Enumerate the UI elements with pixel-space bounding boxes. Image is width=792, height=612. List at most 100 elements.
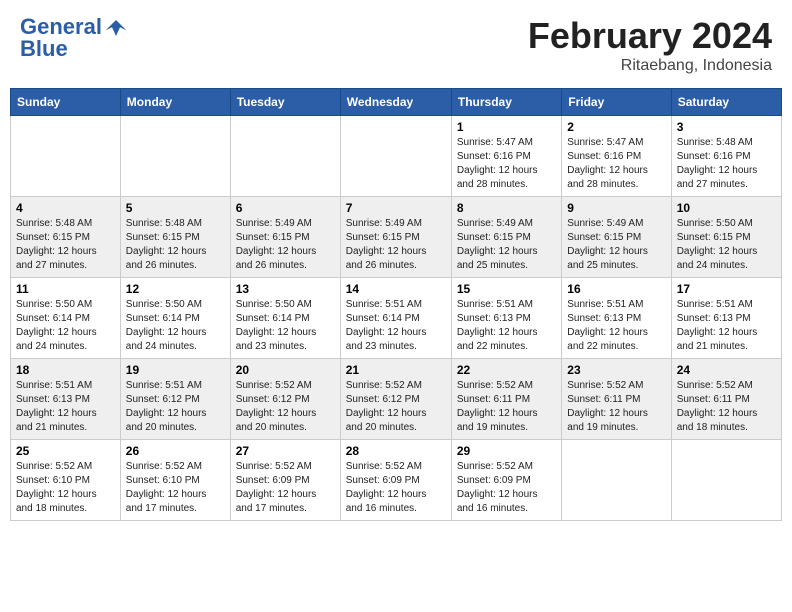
location: Ritaebang, Indonesia [528, 57, 772, 75]
day-number: 17 [677, 282, 776, 296]
day-number: 6 [236, 201, 335, 215]
day-number: 13 [236, 282, 335, 296]
day-number: 15 [457, 282, 556, 296]
calendar-cell: 18 Sunrise: 5:51 AM Sunset: 6:13 PM Dayli… [11, 359, 121, 440]
logo-bird-icon [104, 16, 128, 40]
weekday-header-row: SundayMondayTuesdayWednesdayThursdayFrid… [11, 89, 782, 116]
calendar-cell: 8 Sunrise: 5:49 AM Sunset: 6:15 PM Daylig… [451, 197, 561, 278]
day-info: Sunrise: 5:52 AM Sunset: 6:11 PM Dayligh… [567, 379, 665, 435]
calendar-cell [671, 440, 781, 521]
day-number: 27 [236, 444, 335, 458]
calendar-cell: 24 Sunrise: 5:52 AM Sunset: 6:11 PM Dayli… [671, 359, 781, 440]
weekday-header-friday: Friday [562, 89, 671, 116]
weekday-header-thursday: Thursday [451, 89, 561, 116]
week-row-2: 4 Sunrise: 5:48 AM Sunset: 6:15 PM Daylig… [11, 197, 782, 278]
month-title: February 2024 [528, 15, 772, 57]
week-row-1: 1 Sunrise: 5:47 AM Sunset: 6:16 PM Daylig… [11, 116, 782, 197]
day-info: Sunrise: 5:48 AM Sunset: 6:15 PM Dayligh… [16, 217, 115, 273]
day-info: Sunrise: 5:51 AM Sunset: 6:13 PM Dayligh… [677, 298, 776, 354]
calendar-cell [11, 116, 121, 197]
calendar-body: 1 Sunrise: 5:47 AM Sunset: 6:16 PM Daylig… [11, 116, 782, 521]
calendar-cell: 14Sunrise: 5:51 AM Sunset: 6:14 PM Dayli… [340, 278, 451, 359]
day-number: 4 [16, 201, 115, 215]
day-info: Sunrise: 5:52 AM Sunset: 6:12 PM Dayligh… [236, 379, 335, 435]
day-info: Sunrise: 5:52 AM Sunset: 6:11 PM Dayligh… [677, 379, 776, 435]
weekday-header-wednesday: Wednesday [340, 89, 451, 116]
day-number: 19 [126, 363, 225, 377]
calendar-cell: 6 Sunrise: 5:49 AM Sunset: 6:15 PM Daylig… [230, 197, 340, 278]
calendar-cell: 12 Sunrise: 5:50 AM Sunset: 6:14 PM Dayli… [120, 278, 230, 359]
day-number: 9 [567, 201, 665, 215]
day-number: 2 [567, 120, 665, 134]
calendar-cell: 19 Sunrise: 5:51 AM Sunset: 6:12 PM Dayli… [120, 359, 230, 440]
day-info: Sunrise: 5:51 AM Sunset: 6:12 PM Dayligh… [126, 379, 225, 435]
day-info: Sunrise: 5:52 AM Sunset: 6:09 PM Dayligh… [346, 460, 446, 516]
day-info: Sunrise: 5:50 AM Sunset: 6:14 PM Dayligh… [236, 298, 335, 354]
calendar-cell: 15 Sunrise: 5:51 AM Sunset: 6:13 PM Dayli… [451, 278, 561, 359]
day-number: 5 [126, 201, 225, 215]
calendar-cell: 22 Sunrise: 5:52 AM Sunset: 6:11 PM Dayli… [451, 359, 561, 440]
calendar-table: SundayMondayTuesdayWednesdayThursdayFrid… [10, 88, 782, 521]
calendar-cell: 2 Sunrise: 5:47 AM Sunset: 6:16 PM Daylig… [562, 116, 671, 197]
day-info: Sunrise: 5:48 AM Sunset: 6:15 PM Dayligh… [126, 217, 225, 273]
weekday-header-sunday: Sunday [11, 89, 121, 116]
day-number: 28 [346, 444, 446, 458]
day-number: 29 [457, 444, 556, 458]
calendar-cell [120, 116, 230, 197]
day-number: 23 [567, 363, 665, 377]
day-info: Sunrise: 5:49 AM Sunset: 6:15 PM Dayligh… [457, 217, 556, 273]
day-number: 1 [457, 120, 556, 134]
weekday-header-monday: Monday [120, 89, 230, 116]
day-info: Sunrise: 5:50 AM Sunset: 6:14 PM Dayligh… [126, 298, 225, 354]
calendar-cell: 26 Sunrise: 5:52 AM Sunset: 6:10 PM Dayli… [120, 440, 230, 521]
day-number: 25 [16, 444, 115, 458]
day-info: Sunrise: 5:50 AM Sunset: 6:15 PM Dayligh… [677, 217, 776, 273]
logo: General Blue [20, 15, 128, 62]
calendar-cell: 13 Sunrise: 5:50 AM Sunset: 6:14 PM Dayli… [230, 278, 340, 359]
day-info: Sunrise: 5:52 AM Sunset: 6:10 PM Dayligh… [126, 460, 225, 516]
week-row-5: 25 Sunrise: 5:52 AM Sunset: 6:10 PM Dayli… [11, 440, 782, 521]
day-number: 8 [457, 201, 556, 215]
calendar-cell: 1Sunrise: 5:47 AM Sunset: 6:16 PM Daylig… [451, 116, 561, 197]
calendar-cell: 10 Sunrise: 5:50 AM Sunset: 6:15 PM Dayli… [671, 197, 781, 278]
day-info: Sunrise: 5:51 AM Sunset: 6:14 PM Dayligh… [346, 298, 446, 354]
calendar-cell: 16Sunrise: 5:51 AM Sunset: 6:13 PM Dayli… [562, 278, 671, 359]
day-number: 20 [236, 363, 335, 377]
day-info: Sunrise: 5:52 AM Sunset: 6:11 PM Dayligh… [457, 379, 556, 435]
day-info: Sunrise: 5:51 AM Sunset: 6:13 PM Dayligh… [16, 379, 115, 435]
calendar-cell [340, 116, 451, 197]
day-info: Sunrise: 5:49 AM Sunset: 6:15 PM Dayligh… [236, 217, 335, 273]
calendar-cell: 11Sunrise: 5:50 AM Sunset: 6:14 PM Dayli… [11, 278, 121, 359]
day-number: 18 [16, 363, 115, 377]
day-number: 12 [126, 282, 225, 296]
calendar-cell: 4 Sunrise: 5:48 AM Sunset: 6:15 PM Daylig… [11, 197, 121, 278]
week-row-4: 18 Sunrise: 5:51 AM Sunset: 6:13 PM Dayli… [11, 359, 782, 440]
day-info: Sunrise: 5:52 AM Sunset: 6:09 PM Dayligh… [236, 460, 335, 516]
day-info: Sunrise: 5:52 AM Sunset: 6:09 PM Dayligh… [457, 460, 556, 516]
calendar-cell: 23 Sunrise: 5:52 AM Sunset: 6:11 PM Dayli… [562, 359, 671, 440]
calendar-cell: 25Sunrise: 5:52 AM Sunset: 6:10 PM Dayli… [11, 440, 121, 521]
calendar-cell: 3 Sunrise: 5:48 AM Sunset: 6:16 PM Daylig… [671, 116, 781, 197]
weekday-header-saturday: Saturday [671, 89, 781, 116]
week-row-3: 11 Sunrise: 5:50 AM Sunset: 6:14 PM Dayli… [11, 278, 782, 359]
calendar-cell: 20 Sunrise: 5:52 AM Sunset: 6:12 PM Dayli… [230, 359, 340, 440]
day-number: 7 [346, 201, 446, 215]
day-number: 3 [677, 120, 776, 134]
day-number: 10 [677, 201, 776, 215]
day-number: 11 [16, 282, 115, 296]
calendar-cell: 28 Sunrise: 5:52 AM Sunset: 6:09 PM Dayli… [340, 440, 451, 521]
day-info: Sunrise: 5:52 AM Sunset: 6:12 PM Dayligh… [346, 379, 446, 435]
calendar-cell: 5 Sunrise: 5:48 AM Sunset: 6:15 PM Daylig… [120, 197, 230, 278]
calendar-cell [562, 440, 671, 521]
weekday-header-tuesday: Tuesday [230, 89, 340, 116]
day-info: Sunrise: 5:51 AM Sunset: 6:13 PM Dayligh… [567, 298, 665, 354]
day-info: Sunrise: 5:48 AM Sunset: 6:16 PM Dayligh… [677, 136, 776, 192]
day-number: 22 [457, 363, 556, 377]
day-number: 21 [346, 363, 446, 377]
day-info: Sunrise: 5:51 AM Sunset: 6:13 PM Dayligh… [457, 298, 556, 354]
page-header: General Blue February 2024 Ritaebang, In… [10, 10, 782, 80]
day-number: 24 [677, 363, 776, 377]
calendar-cell [230, 116, 340, 197]
day-info: Sunrise: 5:47 AM Sunset: 6:16 PM Dayligh… [567, 136, 665, 192]
day-number: 26 [126, 444, 225, 458]
